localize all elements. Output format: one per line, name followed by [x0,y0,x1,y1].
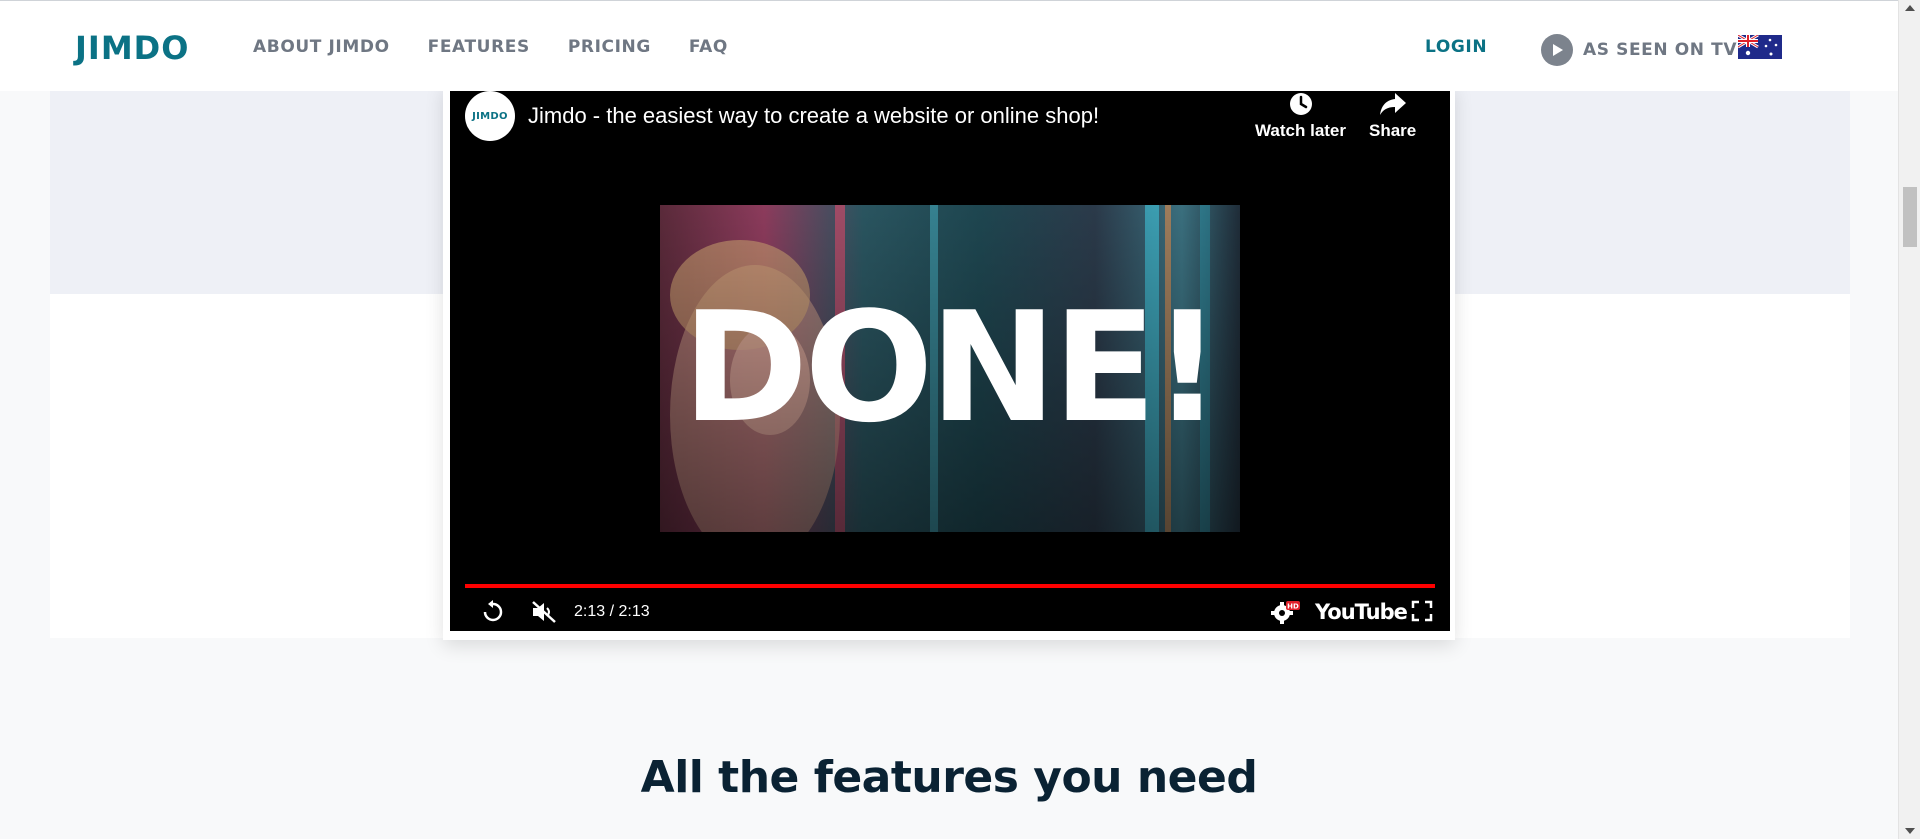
youtube-player[interactable]: JIMDO Jimdo - the easiest way to create … [450,91,1450,631]
share-arrow-icon [1379,93,1406,115]
settings-gear-icon[interactable]: HD [1270,599,1300,630]
scroll-down-arrow-icon[interactable] [1905,828,1915,834]
watch-later-label: Watch later [1255,121,1347,140]
muted-volume-icon[interactable] [530,599,558,630]
share-label: Share [1369,121,1417,140]
video-time: 2:13 / 2:13 [574,603,650,620]
play-circle-icon [1541,34,1573,66]
clock-icon [1289,93,1312,115]
fullscreen-icon[interactable] [1410,599,1434,628]
video-progress-bar[interactable] [465,584,1435,588]
login-link[interactable]: LOGIN [1425,37,1487,57]
video-title[interactable]: Jimdo - the easiest way to create a webs… [528,103,1099,129]
top-navigation: JIMDO ABOUT JIMDO FEATURES PRICING FAQ L… [0,0,1898,91]
channel-avatar[interactable]: JIMDO [465,91,515,141]
australia-flag-icon[interactable] [1738,35,1782,59]
as-seen-on-tv-label: AS SEEN ON TV [1583,40,1738,60]
nav-link-faq[interactable]: FAQ [689,37,728,57]
scroll-up-arrow-icon[interactable] [1905,5,1915,11]
replay-icon[interactable] [480,599,506,630]
youtube-logo[interactable]: YouTube [1315,600,1408,624]
features-heading: All the features you need [640,752,1258,803]
scrollbar-thumb[interactable] [1903,187,1917,247]
main-menu: ABOUT JIMDO FEATURES PRICING FAQ [253,37,728,57]
nav-link-features[interactable]: FEATURES [428,37,530,57]
as-seen-on-tv-button[interactable]: AS SEEN ON TV [1541,34,1737,66]
nav-link-about-jimdo[interactable]: ABOUT JIMDO [253,37,390,57]
video-card: JIMDO Jimdo - the easiest way to create … [443,84,1455,640]
player-controls: 2:13 / 2:13 HD YouTube [450,591,1450,631]
jimdo-logo[interactable]: JIMDO [75,29,189,67]
thumbnail-text: DONE! [682,279,1218,456]
video-thumbnail: DONE! [660,205,1240,532]
share-button[interactable]: Share [1369,91,1416,141]
page-scrollbar[interactable] [1898,0,1920,839]
watch-later-button[interactable]: Watch later [1255,91,1346,141]
hd-badge: HD [1287,603,1299,611]
nav-link-pricing[interactable]: PRICING [568,37,651,57]
